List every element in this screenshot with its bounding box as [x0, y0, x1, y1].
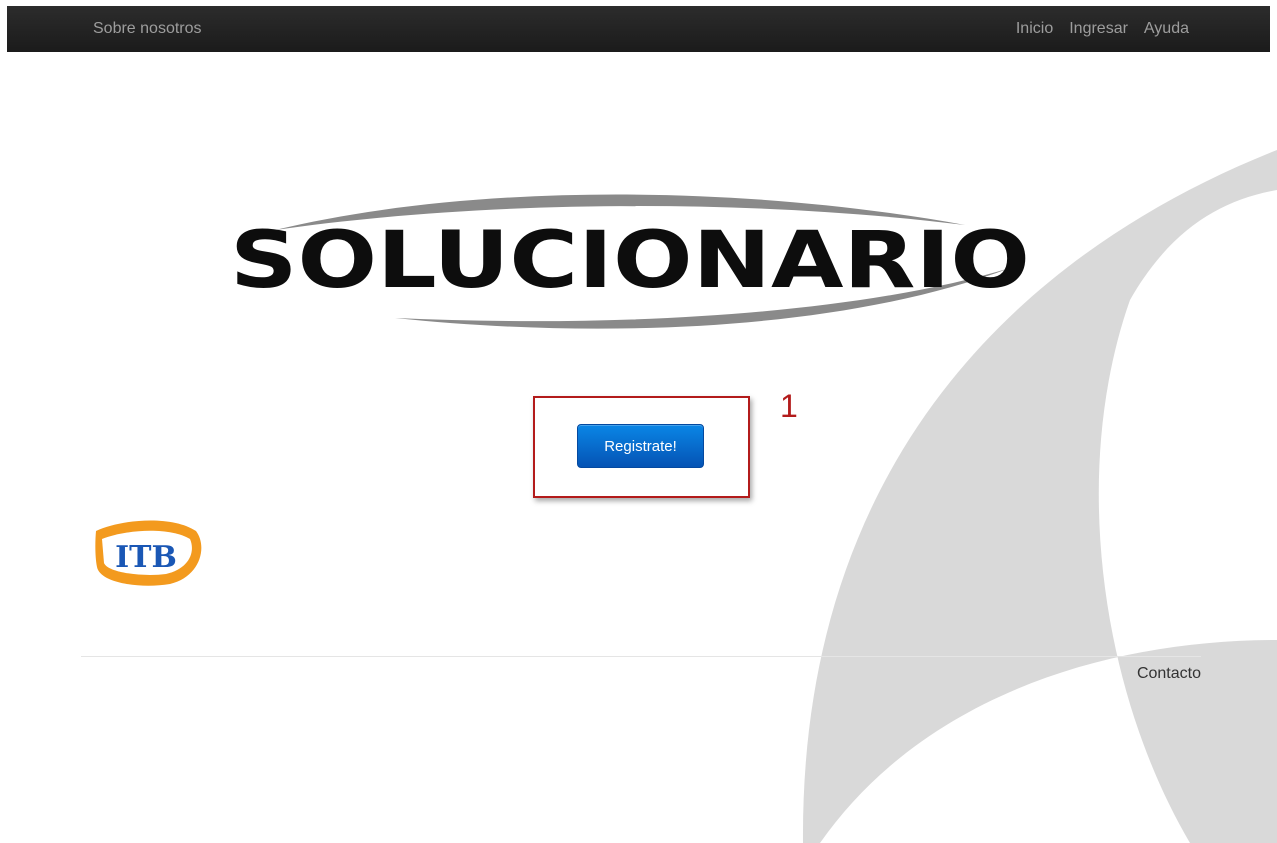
- annotation-number: 1: [780, 388, 798, 424]
- nav-link-login[interactable]: Ingresar: [1069, 20, 1128, 38]
- footer-link-contact[interactable]: Contacto: [1137, 665, 1201, 683]
- logo-text: SOLUCIONARIO: [230, 216, 1030, 306]
- nav-link-about[interactable]: Sobre nosotros: [93, 20, 202, 38]
- nav-right-links: Inicio Ingresar Ayuda: [1016, 20, 1189, 38]
- solucionario-logo: SOLUCIONARIO: [230, 194, 1030, 329]
- itb-logo-text: ITB: [115, 540, 177, 575]
- itb-logo: ITB: [95, 520, 202, 586]
- top-navbar: Sobre nosotros Inicio Ingresar Ayuda: [7, 6, 1270, 52]
- nav-link-home[interactable]: Inicio: [1016, 20, 1053, 38]
- register-button[interactable]: Registrate!: [577, 424, 704, 468]
- nav-link-help[interactable]: Ayuda: [1144, 20, 1189, 38]
- footer-divider: [81, 656, 1201, 657]
